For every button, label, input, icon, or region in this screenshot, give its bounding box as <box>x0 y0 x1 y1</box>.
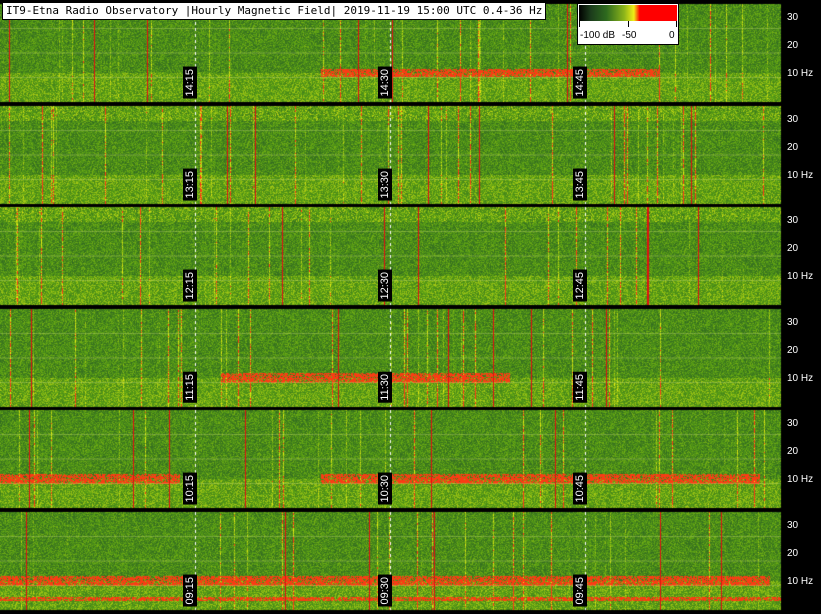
time-label: 12:30 <box>378 270 392 302</box>
spectrogram-canvas <box>0 0 821 614</box>
frequency-tick-label: 10 Hz <box>787 576 814 587</box>
time-label: 11:15 <box>183 372 197 403</box>
frequency-axis: 30 20 10 Hz <box>783 410 821 508</box>
time-label: 13:30 <box>378 169 392 201</box>
time-label: 10:30 <box>378 473 392 505</box>
time-label: 14:45 <box>573 67 587 99</box>
frequency-tick-label: 10 Hz <box>787 170 814 181</box>
time-label: 14:15 <box>183 67 197 99</box>
frequency-tick-label: 30 <box>787 114 799 125</box>
frequency-tick-label: 10 Hz <box>787 68 814 79</box>
time-label: 11:45 <box>573 372 587 403</box>
time-label: 09:15 <box>183 575 197 607</box>
frequency-axis: 30 20 10 Hz <box>783 4 821 102</box>
frequency-tick-label: 20 <box>787 40 799 51</box>
frequency-tick-label: 20 <box>787 142 799 153</box>
frequency-tick-label: 30 <box>787 520 799 531</box>
frequency-axis: 30 20 10 Hz <box>783 309 821 407</box>
frequency-tick-label: 20 <box>787 548 799 559</box>
time-label: 09:45 <box>573 575 587 607</box>
frequency-tick-label: 10 Hz <box>787 271 814 282</box>
frequency-tick-label: 30 <box>787 317 799 328</box>
frequency-tick-label: 10 Hz <box>787 373 814 384</box>
frequency-tick-label: 20 <box>787 446 799 457</box>
time-label: 13:45 <box>573 169 587 201</box>
frequency-tick-label: 30 <box>787 12 799 23</box>
frequency-axis: 30 20 10 Hz <box>783 106 821 204</box>
chart-title: IT9-Etna Radio Observatory |Hourly Magne… <box>2 2 547 20</box>
time-label: 14:30 <box>378 67 392 99</box>
time-label: 13:15 <box>183 169 197 201</box>
frequency-tick-label: 10 Hz <box>787 474 814 485</box>
frequency-tick-label: 20 <box>787 345 799 356</box>
spectrogram-figure: IT9-Etna Radio Observatory |Hourly Magne… <box>0 0 821 614</box>
frequency-axis: 30 20 10 Hz <box>783 207 821 305</box>
time-label: 11:30 <box>378 372 392 403</box>
colorbar-label-min: -100 dB <box>580 30 616 41</box>
time-label: 09:30 <box>378 575 392 607</box>
frequency-tick-label: 30 <box>787 215 799 226</box>
colorbar-label-max: 0 <box>669 30 675 41</box>
time-label: 12:15 <box>183 270 197 302</box>
colorbar-gradient <box>579 5 677 21</box>
time-label: 12:45 <box>573 270 587 302</box>
frequency-tick-label: 30 <box>787 418 799 429</box>
frequency-tick-label: 20 <box>787 243 799 254</box>
frequency-axis: 30 20 10 Hz <box>783 512 821 610</box>
colorbar-legend: -100 dB -50 0 <box>577 3 679 45</box>
time-label: 10:45 <box>573 473 587 505</box>
colorbar-label-mid: -50 <box>622 30 637 41</box>
time-label: 10:15 <box>183 473 197 505</box>
